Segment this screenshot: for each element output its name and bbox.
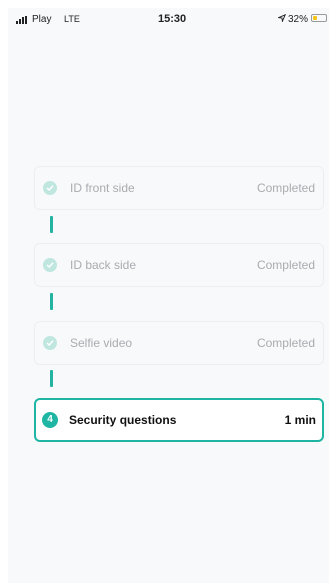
battery-level	[313, 16, 317, 20]
check-icon	[43, 258, 57, 272]
step-status: Completed	[256, 181, 315, 195]
step-selfie-video[interactable]: Selfie video Completed	[34, 321, 324, 365]
check-icon	[43, 181, 57, 195]
status-bar: Play LTE 15:30 32%	[8, 8, 329, 32]
step-duration: 1 min	[284, 413, 316, 427]
network-type: LTE	[64, 14, 80, 24]
location-arrow-icon	[277, 13, 287, 24]
step-status: Completed	[256, 258, 315, 272]
step-connector	[50, 216, 53, 233]
step-security-questions[interactable]: 4 Security questions 1 min	[34, 398, 324, 442]
step-status: Completed	[256, 336, 315, 350]
phone-screen: Play LTE 15:30 32% ID front side Complet…	[8, 8, 329, 583]
signal-strength-icon	[16, 16, 30, 24]
step-label: ID front side	[70, 181, 135, 195]
check-icon	[43, 336, 57, 350]
step-number-badge: 4	[42, 412, 58, 428]
step-label: Security questions	[69, 413, 177, 427]
step-label: ID back side	[70, 258, 137, 272]
step-connector	[50, 293, 53, 310]
step-label: Selfie video	[70, 336, 133, 350]
battery-percent: 32%	[288, 14, 309, 25]
status-time: 15:30	[158, 13, 187, 25]
carrier-name: Play	[32, 14, 52, 25]
battery-icon	[311, 14, 327, 22]
step-id-front-side[interactable]: ID front side Completed	[34, 166, 324, 210]
step-id-back-side[interactable]: ID back side Completed	[34, 243, 324, 287]
step-connector	[50, 370, 53, 387]
